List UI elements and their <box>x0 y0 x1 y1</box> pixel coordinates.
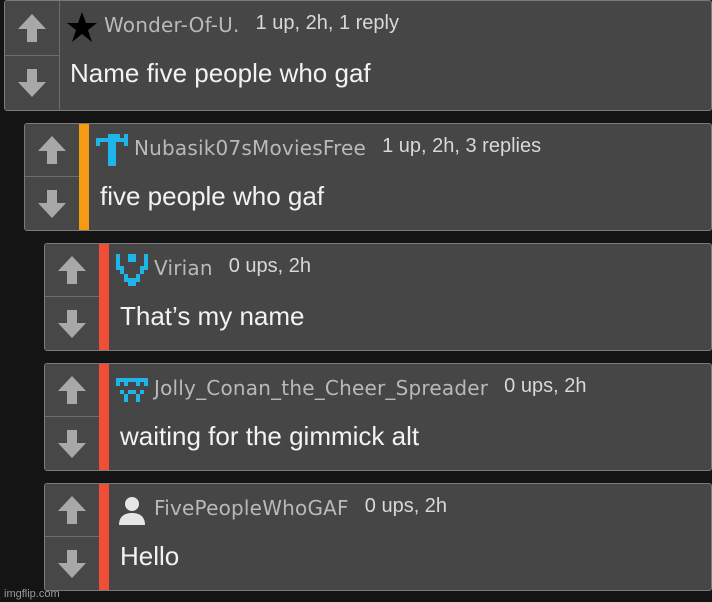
upvote-button[interactable] <box>45 364 99 417</box>
upvote-button[interactable] <box>45 484 99 537</box>
pixel-avatar-icon <box>116 254 148 286</box>
comment-body: five people who gaf <box>100 181 325 211</box>
comment-meta: Wonder-Of-U. 1 up, 2h, 1 reply <box>104 12 399 38</box>
pixel-avatar-icon <box>116 378 148 402</box>
arrow-up-icon <box>58 376 86 404</box>
comment: Nubasik07sMoviesFree 1 up, 2h, 3 replies … <box>24 123 712 231</box>
username-link[interactable]: Nubasik07sMoviesFree <box>134 136 366 160</box>
upvote-button[interactable] <box>45 244 99 297</box>
downvote-button[interactable] <box>45 297 99 350</box>
comment-body: waiting for the gimmick alt <box>120 421 420 451</box>
downvote-button[interactable] <box>25 177 79 230</box>
vote-column <box>25 124 80 230</box>
comment-stats: 0 ups, 2h <box>364 495 448 517</box>
reply-accent-bar <box>99 484 109 590</box>
downvote-button[interactable] <box>45 417 99 470</box>
comment-content: Wonder-Of-U. 1 up, 2h, 1 reply Name five … <box>60 1 711 110</box>
reply-accent-bar <box>99 364 109 470</box>
comment-meta: Virian 0 ups, 2h <box>154 255 312 281</box>
username-link[interactable]: Wonder-Of-U. <box>104 13 240 37</box>
username-link[interactable]: Virian <box>154 256 213 280</box>
pixel-avatar-icon <box>96 134 128 166</box>
comment-stats: 1 up, 2h, 3 replies <box>382 135 542 157</box>
comment-body: Hello <box>120 541 180 571</box>
star-icon <box>67 12 97 42</box>
username-link[interactable]: Jolly_Conan_the_Cheer_Spreader <box>154 376 488 400</box>
arrow-up-icon <box>18 13 46 42</box>
arrow-down-icon <box>38 189 66 218</box>
comment: Wonder-Of-U. 1 up, 2h, 1 reply Name five … <box>4 0 712 111</box>
comment-content: Virian 0 ups, 2h That’s my name <box>110 244 711 350</box>
comment-stats: 0 ups, 2h <box>504 375 587 397</box>
comment-stats: 0 ups, 2h <box>228 255 312 277</box>
comment: FivePeopleWhoGAF 0 ups, 2h Hello <box>44 483 712 591</box>
vote-column <box>45 364 100 470</box>
downvote-button[interactable] <box>5 56 59 111</box>
comment-thread: Wonder-Of-U. 1 up, 2h, 1 reply Name five … <box>0 0 712 602</box>
arrow-down-icon <box>58 309 86 338</box>
arrow-up-icon <box>38 136 66 164</box>
comment-meta: FivePeopleWhoGAF 0 ups, 2h <box>154 495 448 521</box>
vote-column <box>45 244 100 350</box>
arrow-down-icon <box>18 68 46 97</box>
arrow-up-icon <box>58 256 86 284</box>
comment-content: Jolly_Conan_the_Cheer_Spreader 0 ups, 2h … <box>110 364 711 470</box>
default-user-icon <box>119 497 145 525</box>
arrow-down-icon <box>58 549 86 578</box>
arrow-up-icon <box>58 496 86 524</box>
reply-accent-bar <box>79 124 89 230</box>
comment: Jolly_Conan_the_Cheer_Spreader 0 ups, 2h … <box>44 363 712 471</box>
comment-body: That’s my name <box>120 301 305 331</box>
comment: Virian 0 ups, 2h That’s my name <box>44 243 712 351</box>
comment-content: FivePeopleWhoGAF 0 ups, 2h Hello <box>110 484 711 590</box>
comment-content: Nubasik07sMoviesFree 1 up, 2h, 3 replies … <box>90 124 711 230</box>
comment-meta: Nubasik07sMoviesFree 1 up, 2h, 3 replies <box>134 135 542 161</box>
downvote-button[interactable] <box>45 537 99 590</box>
vote-column <box>5 1 60 110</box>
arrow-down-icon <box>58 429 86 458</box>
watermark: imgflip.com <box>4 588 60 600</box>
comment-meta: Jolly_Conan_the_Cheer_Spreader 0 ups, 2h <box>154 375 587 401</box>
username-link[interactable]: FivePeopleWhoGAF <box>154 496 349 520</box>
reply-accent-bar <box>99 244 109 350</box>
comment-body: Name five people who gaf <box>70 58 371 88</box>
vote-column <box>45 484 100 590</box>
upvote-button[interactable] <box>5 1 59 56</box>
comment-stats: 1 up, 2h, 1 reply <box>255 12 399 34</box>
upvote-button[interactable] <box>25 124 79 177</box>
